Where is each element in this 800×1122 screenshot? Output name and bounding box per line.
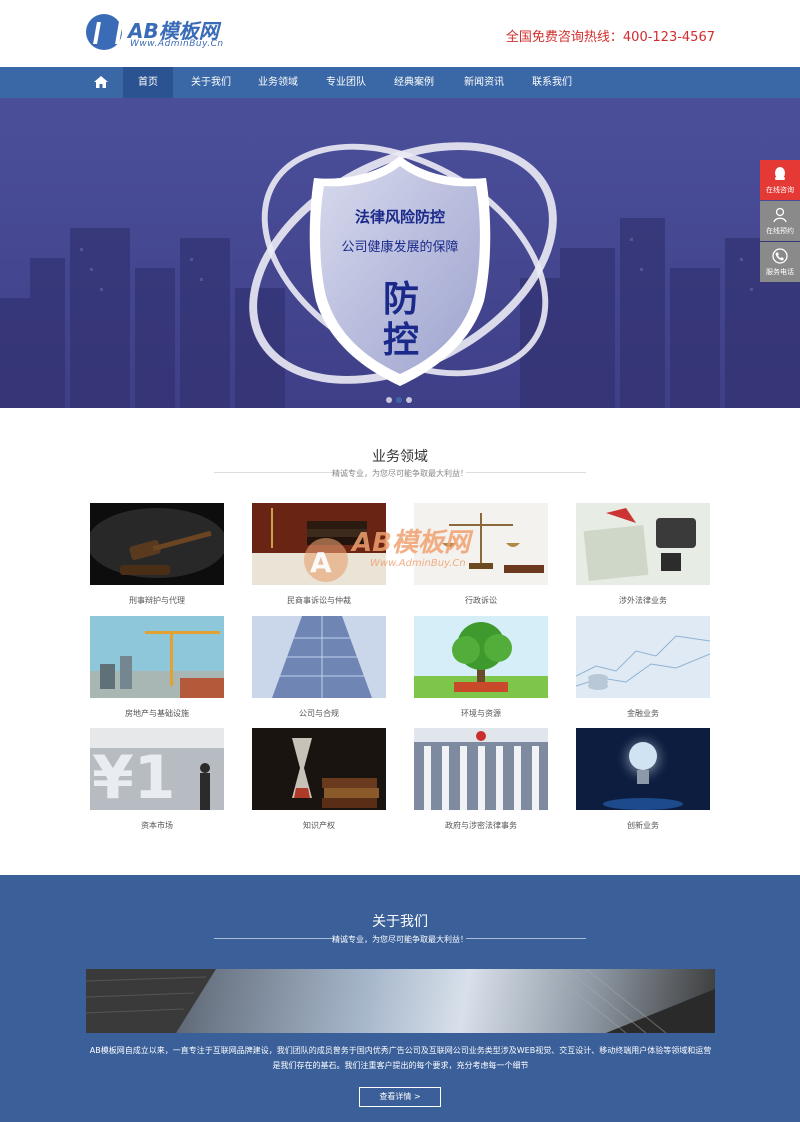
nav-item[interactable]: 联系我们 — [524, 67, 580, 98]
business-card-image[interactable] — [252, 728, 386, 810]
nav-item[interactable]: 业务领域 — [250, 67, 306, 98]
about-section: 关于我们 精诚专业，为您尽可能争取最大利益！ AB模板网自成立以来，一直专注于互… — [0, 875, 800, 1122]
svg-text:¥1: ¥1 — [92, 743, 176, 810]
business-card-image[interactable] — [414, 728, 548, 810]
watermark-subtext: Www.AdminBuy.Cn — [370, 558, 466, 569]
business-section-title: 业务领域 — [372, 449, 428, 465]
slider-dot[interactable] — [396, 397, 402, 403]
banner-big-char: 控 — [382, 320, 419, 361]
business-section-subtitle: 精诚专业，为您尽可能争取最大利益！ — [332, 469, 468, 478]
nav-item[interactable]: 首页 — [123, 67, 173, 98]
logo-subtext: Www.AdminBuy.Cn — [130, 39, 224, 49]
nav-item[interactable]: 新闻资讯 — [456, 67, 512, 98]
float-panel-label: 在线预约 — [766, 227, 794, 235]
business-card-label[interactable]: 知识产权 — [252, 820, 386, 831]
logo-mark-icon — [86, 14, 122, 50]
home-icon[interactable] — [94, 76, 108, 88]
about-section-subtitle: 精诚专业，为您尽可能争取最大利益！ — [332, 935, 468, 944]
nav-item[interactable]: 专业团队 — [318, 67, 374, 98]
hotline-text: 全国免费咨询热线：400-123-4567 — [505, 30, 715, 45]
business-card-image[interactable]: ¥1 — [90, 728, 224, 813]
float-panel-item[interactable]: 服务电话 — [760, 242, 800, 282]
business-card-image[interactable] — [576, 728, 710, 810]
business-card-label[interactable]: 创新业务 — [576, 820, 710, 831]
slider-dots — [384, 388, 414, 407]
business-card-label[interactable]: 民商事诉讼与仲裁 — [252, 595, 386, 606]
main-nav: 首页 关于我们 业务领域 专业团队 经典案例 新闻资讯 联系我们 — [0, 67, 800, 98]
business-card-image[interactable] — [575, 616, 711, 698]
nav-item[interactable]: 关于我们 — [183, 67, 239, 98]
business-card-label[interactable]: 政府与涉密法律事务 — [414, 820, 548, 831]
business-card-label[interactable]: 金融业务 — [576, 708, 710, 719]
business-card-label[interactable]: 行政诉讼 — [414, 595, 548, 606]
business-card-label[interactable]: 环境与资源 — [414, 708, 548, 719]
float-panel-item[interactable]: 在线预约 — [760, 201, 800, 241]
site-header: AB模板网 Www.AdminBuy.Cn 全国免费咨询热线：400-123-4… — [0, 0, 800, 67]
hero-banner: 法律风险防控 公司健康发展的保障 防 控 — [0, 98, 800, 408]
float-panel-item[interactable]: 在线咨询 — [760, 160, 800, 200]
nav-item[interactable]: 经典案例 — [386, 67, 442, 98]
business-card-label[interactable]: 刑事辩护与代理 — [90, 595, 224, 606]
business-card-image[interactable] — [90, 616, 224, 698]
float-panel-label: 在线咨询 — [766, 186, 794, 194]
float-panel-label: 服务电话 — [766, 268, 794, 276]
business-card-image[interactable] — [414, 616, 548, 698]
business-card-image[interactable] — [252, 616, 386, 698]
about-building-image — [86, 969, 715, 1033]
business-card-label[interactable]: 涉外法律业务 — [576, 595, 710, 606]
banner-subtitle: 公司健康发展的保障 — [341, 240, 459, 255]
slider-dot[interactable] — [386, 397, 392, 403]
about-section-title: 关于我们 — [372, 914, 428, 930]
business-card-label[interactable]: 资本市场 — [90, 820, 224, 831]
business-card-label[interactable]: 房地产与基础设施 — [90, 708, 224, 719]
watermark-text: AB模板网 — [352, 528, 470, 558]
floating-contact-panel: 在线咨询在线预约服务电话 — [760, 160, 800, 283]
banner-title: 法律风险防控 — [354, 208, 445, 226]
business-card-image[interactable] — [87, 503, 227, 585]
business-card-label[interactable]: 公司与合规 — [252, 708, 386, 719]
business-card-image[interactable] — [576, 503, 710, 585]
site-logo[interactable]: AB模板网 Www.AdminBuy.Cn — [86, 14, 266, 54]
view-details-button[interactable]: 查看详情 > — [359, 1087, 441, 1107]
about-description: AB模板网自成立以来，一直专注于互联网品牌建设，我们团队的成员曾务于国内优秀广告… — [89, 1046, 712, 1070]
slider-dot[interactable] — [406, 397, 412, 403]
svg-text:A: A — [310, 546, 332, 579]
